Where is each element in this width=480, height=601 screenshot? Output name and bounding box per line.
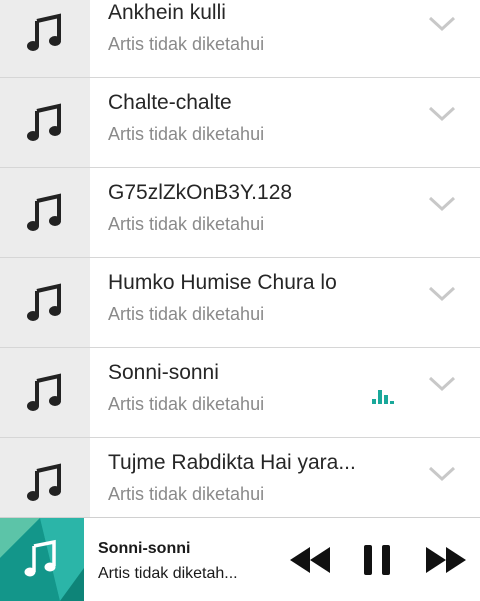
chevron-down-icon[interactable] <box>428 286 456 302</box>
song-artist: Artis tidak diketahui <box>108 394 265 414</box>
song-artist: Artis tidak diketahui <box>108 484 265 504</box>
chevron-down-icon[interactable] <box>428 16 456 32</box>
next-button[interactable] <box>424 544 468 576</box>
song-thumbnail <box>0 78 90 167</box>
song-list: Ankhein kulli Artis tidak diketahui Chal… <box>0 0 480 517</box>
previous-icon <box>290 547 330 573</box>
next-icon <box>426 547 466 573</box>
song-title: Humko Humise Chura lo <box>108 271 337 294</box>
pause-button[interactable] <box>358 544 398 576</box>
chevron-down-icon[interactable] <box>428 106 456 122</box>
music-note-icon <box>27 102 61 141</box>
music-note-icon <box>27 462 61 501</box>
song-title: Chalte-chalte <box>108 91 232 114</box>
song-thumbnail <box>0 438 90 517</box>
music-note-icon <box>27 282 61 321</box>
previous-button[interactable] <box>288 544 332 576</box>
song-artist: Artis tidak diketahui <box>108 304 265 324</box>
chevron-down-icon[interactable] <box>428 466 456 482</box>
album-art[interactable] <box>0 518 84 601</box>
pause-icon <box>364 545 390 575</box>
now-playing-title: Sonni-sonni <box>98 540 191 557</box>
list-item[interactable]: Humko Humise Chura lo Artis tidak diketa… <box>0 258 480 348</box>
song-artist: Artis tidak diketahui <box>108 34 265 54</box>
music-note-icon <box>27 192 61 231</box>
equalizer-icon <box>372 390 394 404</box>
song-thumbnail <box>0 0 90 77</box>
song-title: G75zlZkOnB3Y.128 <box>108 181 293 204</box>
now-playing-bar[interactable]: Sonni-sonni Artis tidak diketah... <box>0 517 480 601</box>
list-item[interactable]: Ankhein kulli Artis tidak diketahui <box>0 0 480 78</box>
list-item[interactable]: G75zlZkOnB3Y.128 Artis tidak diketahui <box>0 168 480 258</box>
music-note-icon <box>27 12 61 51</box>
song-thumbnail <box>0 168 90 257</box>
chevron-down-icon[interactable] <box>428 196 456 212</box>
song-artist: Artis tidak diketahui <box>108 124 265 144</box>
song-thumbnail <box>0 258 90 347</box>
chevron-down-icon[interactable] <box>428 376 456 392</box>
list-item[interactable]: Chalte-chalte Artis tidak diketahui <box>0 78 480 168</box>
song-title: Tujme Rabdikta Hai yara... <box>108 451 356 474</box>
song-title: Ankhein kulli <box>108 1 226 24</box>
now-playing-artist: Artis tidak diketah... <box>98 565 238 582</box>
song-artist: Artis tidak diketahui <box>108 214 265 234</box>
song-title: Sonni-sonni <box>108 361 219 384</box>
list-item[interactable]: Tujme Rabdikta Hai yara... Artis tidak d… <box>0 438 480 517</box>
song-thumbnail <box>0 348 90 437</box>
music-note-icon <box>27 372 61 411</box>
list-item[interactable]: Sonni-sonni Artis tidak diketahui <box>0 348 480 438</box>
